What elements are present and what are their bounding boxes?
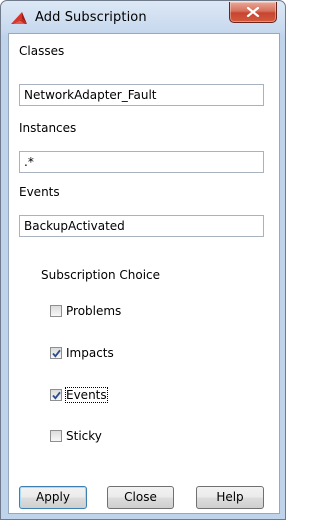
add-subscription-dialog: Add Subscription Classes Instances Event… [0,0,286,520]
checkbox-box[interactable] [50,389,62,401]
window-close-button[interactable] [229,2,277,23]
impacts-label: Impacts [66,346,114,360]
checkbox-box[interactable] [50,347,62,359]
checkmark-icon [52,349,61,358]
instances-label: Instances [19,121,77,135]
close-x-icon [246,7,260,17]
instances-field[interactable] [19,151,264,173]
apply-button[interactable]: Apply [19,486,87,509]
checkmark-icon [52,391,61,400]
classes-label: Classes [19,44,65,58]
dialog-content: Classes Instances Events Subscription Ch… [8,33,280,514]
checkbox-box[interactable] [50,430,62,442]
events-label: Events [19,185,60,199]
subscription-choice-title: Subscription Choice [41,268,161,282]
help-button[interactable]: Help [196,486,264,509]
classes-field[interactable] [19,84,264,106]
events-field[interactable] [19,215,264,237]
sticky-label: Sticky [66,429,102,443]
problems-label: Problems [66,304,122,318]
red-triangle-logo-icon [10,10,28,26]
window-title: Add Subscription [35,10,147,25]
close-button[interactable]: Close [107,486,174,509]
events-option-label: Events [65,387,108,403]
checkbox-box[interactable] [50,305,62,317]
title-bar[interactable]: Add Subscription [1,1,285,33]
